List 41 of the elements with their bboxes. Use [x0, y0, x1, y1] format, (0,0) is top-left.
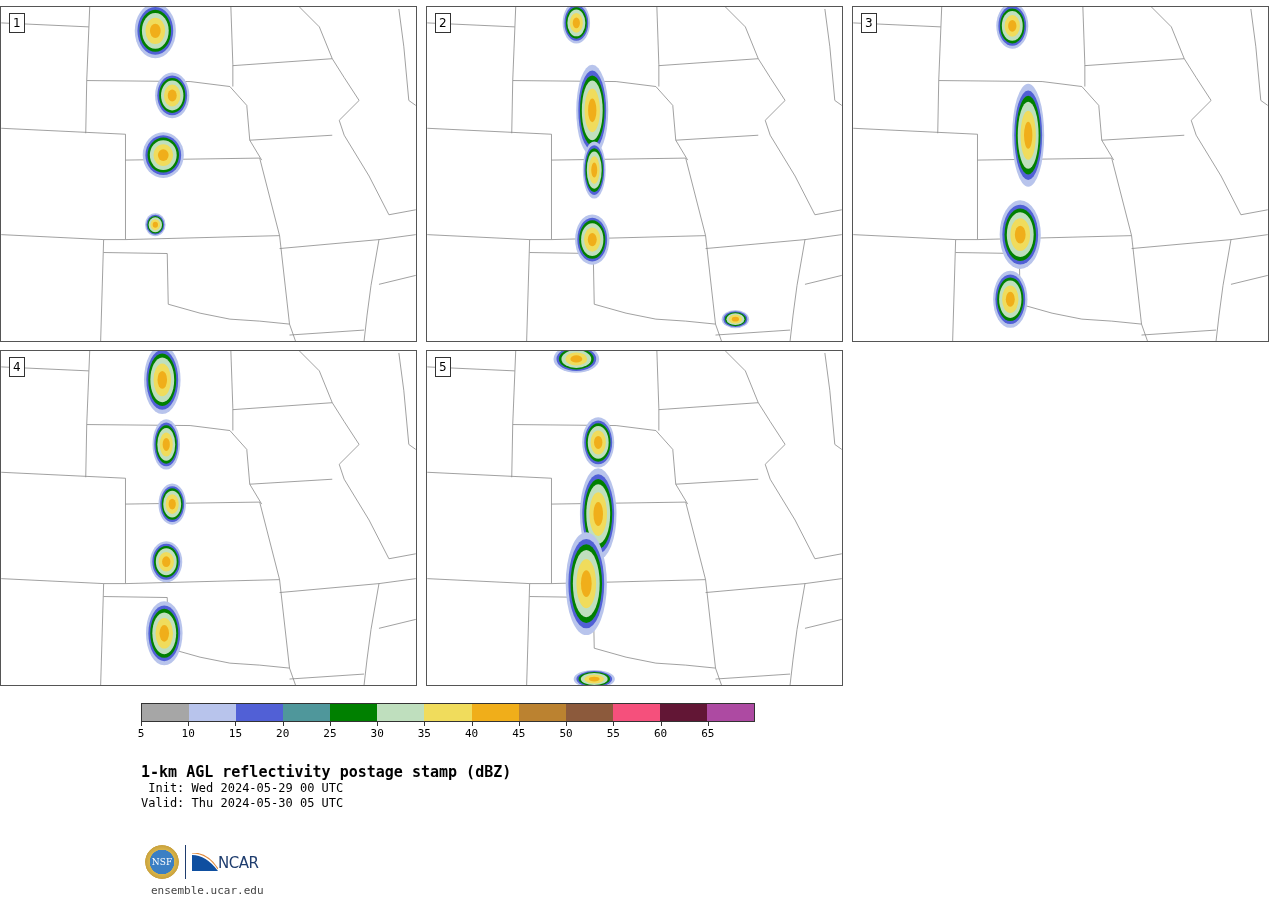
storm-echo-drawing: [575, 214, 610, 265]
tick-label: 50: [559, 726, 573, 741]
storm-echo-drawing: [562, 7, 591, 44]
tick-label: 35: [417, 726, 431, 741]
website-url: ensemble.ucar.edu: [151, 884, 265, 897]
storm-echo-drawing: [993, 270, 1028, 328]
storm-echo-drawing: [155, 72, 190, 119]
tick-label: 55: [606, 726, 620, 741]
valid-time: Valid: Thu 2024-05-30 05 UTC: [141, 796, 345, 811]
tick-label: 10: [181, 726, 195, 741]
tick-label: 40: [465, 726, 479, 741]
panel-number: 3: [861, 13, 877, 33]
tick-label: 30: [370, 726, 384, 741]
storm-echo-drawing: [145, 601, 183, 666]
panel-number: 2: [435, 13, 451, 33]
tick-label: 65: [701, 726, 715, 741]
storm-echo-drawing: [999, 200, 1041, 269]
storm-echo-drawing: [150, 541, 183, 583]
panel-number: 1: [9, 13, 25, 33]
panel-number: 5: [435, 357, 451, 377]
nsf-logo: NSF: [145, 845, 179, 879]
chart-title: 1-km AGL reflectivity postage stamp (dBZ): [141, 763, 513, 781]
storm-echo-drawing: [158, 483, 186, 525]
storm-echo-drawing: [553, 351, 600, 373]
tick-label: 5: [137, 726, 145, 741]
panel-number: 4: [9, 357, 25, 377]
init-time: Init: Wed 2024-05-29 00 UTC: [147, 781, 345, 796]
storm-echo-drawing: [996, 7, 1029, 49]
tick-label: 60: [653, 726, 668, 741]
storm-echo-drawing: [721, 310, 750, 329]
storm-echo-drawing: [573, 669, 615, 685]
storm-echo-drawing: [145, 213, 166, 237]
tick-label: 15: [228, 726, 243, 741]
storm-echo-drawing: [152, 419, 180, 470]
tick-label: 20: [276, 726, 290, 741]
storm-echo-drawing: [144, 351, 181, 415]
tick-label: 25: [323, 726, 337, 741]
tick-label: 45: [512, 726, 526, 741]
ncar-logo: NCAR: [192, 853, 259, 871]
storm-echo-drawing: [134, 7, 176, 59]
storm-echo-drawing: [142, 132, 184, 178]
